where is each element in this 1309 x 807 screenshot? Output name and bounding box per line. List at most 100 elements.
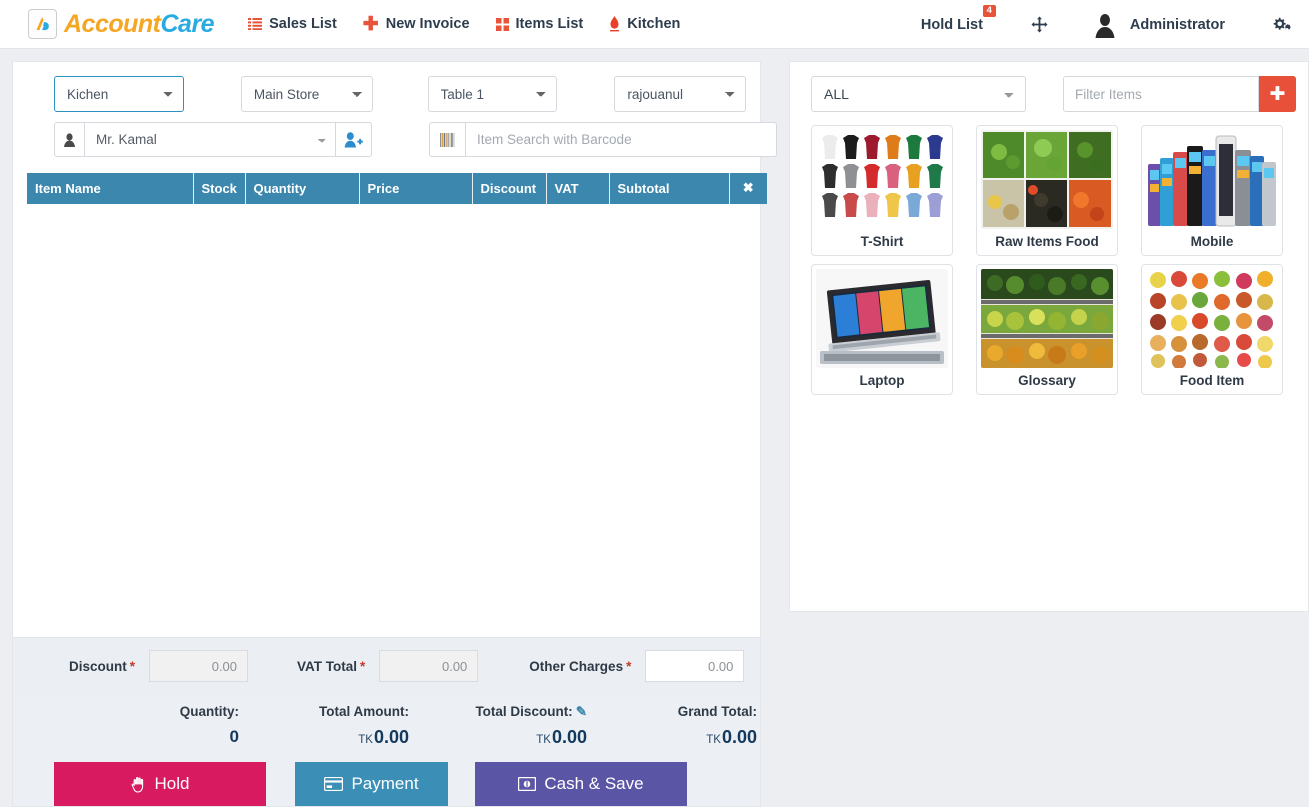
total-amount-value-cell: TK0.00 (241, 727, 411, 748)
col-item-name: Item Name (27, 173, 193, 204)
discount-input[interactable] (149, 650, 248, 682)
clear-all-icon[interactable]: ✖ (729, 173, 767, 204)
nav-new-invoice-label: New Invoice (386, 16, 470, 32)
category-card-raw-items-food[interactable]: Raw Items Food (976, 125, 1118, 256)
nav-right-group: Hold List 4 Administrator (921, 0, 1295, 49)
add-user-button[interactable] (336, 122, 372, 157)
gears-icon[interactable] (1273, 17, 1291, 33)
total-amount-value: 0.00 (374, 727, 409, 747)
person-icon (54, 122, 84, 157)
invoice-panel: Kichen Main Store Table 1 rajouanul (12, 61, 761, 807)
mobile-phones-photo (1146, 130, 1278, 229)
grid-icon (496, 18, 509, 31)
hold-button-label: Hold (155, 774, 190, 794)
total-discount-value-cell: TK0.00 (411, 727, 589, 748)
col-vat: VAT (546, 173, 609, 204)
user-avatar-icon (1092, 12, 1118, 38)
required-star: * (130, 659, 135, 674)
app-logo-text: AccountCare (64, 10, 214, 39)
items-table-body (27, 204, 746, 637)
logo-text-care: Care (161, 10, 215, 38)
top-navbar: AccountCare Sales List ✚ New Invoice Ite… (0, 0, 1309, 49)
edit-icon[interactable]: ✎ (576, 704, 587, 719)
vat-total-input[interactable] (379, 650, 478, 682)
category-card-mobile[interactable]: Mobile (1141, 125, 1283, 256)
nav-items-list-label: Items List (516, 16, 584, 32)
nav-items-list[interactable]: Items List (496, 16, 584, 32)
flame-icon (609, 16, 620, 32)
add-item-button[interactable]: ✚ (1259, 76, 1296, 112)
payment-button[interactable]: Payment (295, 762, 448, 806)
plus-icon: ✚ (1270, 83, 1286, 106)
col-price: Price (359, 173, 472, 204)
items-table-wrap: Item Name Stock Quantity Price Discount … (27, 173, 746, 637)
app-logo-icon (28, 9, 57, 39)
category-card-food-item[interactable]: Food Item (1141, 264, 1283, 395)
items-table-header-row: Item Name Stock Quantity Price Discount … (27, 173, 767, 204)
barcode-search-input[interactable] (465, 122, 777, 157)
summary-labels-row: Quantity: Total Amount: Total Discount:✎… (13, 704, 760, 720)
payment-button-label: Payment (351, 774, 418, 794)
customer-barcode-row: Mr. Kamal (13, 112, 760, 157)
category-card-glossary[interactable]: Glossary (976, 264, 1118, 395)
plus-icon: ✚ (363, 15, 379, 34)
summary-section: Quantity: Total Amount: Total Discount:✎… (13, 694, 760, 806)
nav-kitchen-label: Kitchen (627, 16, 680, 32)
col-stock: Stock (193, 173, 245, 204)
user-menu[interactable]: Administrator (1092, 12, 1225, 38)
col-subtotal: Subtotal (609, 173, 729, 204)
grand-total-label: Grand Total: (589, 704, 759, 720)
category-label: Mobile (1191, 229, 1234, 255)
waiter-select[interactable]: rajouanul (614, 76, 746, 112)
category-filter-select[interactable]: ALL (811, 76, 1026, 112)
admin-name-label: Administrator (1130, 17, 1225, 33)
hand-icon (131, 776, 147, 793)
grand-total-value: 0.00 (722, 727, 757, 747)
discount-label: Discount* (69, 659, 135, 674)
grocery-photo (981, 269, 1113, 368)
tshirt-grid-photo (816, 130, 948, 229)
category-label: T-Shirt (861, 229, 904, 255)
nav-kitchen[interactable]: Kitchen (609, 16, 680, 32)
vat-total-label: VAT Total* (297, 659, 365, 674)
category-label: Food Item (1180, 368, 1245, 394)
other-charges-input[interactable] (645, 650, 744, 682)
invoice-select-row: Kichen Main Store Table 1 rajouanul (13, 62, 760, 112)
category-label: Glossary (1018, 368, 1076, 394)
action-buttons-row: Hold Payment Cash & Sa (13, 748, 760, 806)
hold-button[interactable]: Hold (54, 762, 266, 806)
nav-items: Sales List ✚ New Invoice Items List Kitc… (248, 15, 680, 34)
grand-total-currency: TK (706, 734, 721, 746)
category-card-laptop[interactable]: Laptop (811, 264, 953, 395)
nav-new-invoice[interactable]: ✚ New Invoice (363, 15, 470, 34)
store-select[interactable]: Main Store (241, 76, 373, 112)
other-charges-label: Other Charges* (529, 659, 631, 674)
credit-card-icon (324, 777, 343, 791)
filter-items-input[interactable] (1063, 76, 1259, 112)
cash-save-button-label: Cash & Save (544, 774, 643, 794)
main-stage: Kichen Main Store Table 1 rajouanul (0, 49, 1309, 807)
table-select[interactable]: Table 1 (428, 76, 558, 112)
add-user-icon (344, 132, 363, 148)
hold-list-badge: 4 (983, 5, 996, 18)
required-star: * (360, 659, 365, 674)
list-icon (248, 18, 262, 30)
customer-select[interactable]: Mr. Kamal (84, 122, 336, 157)
money-icon (518, 777, 536, 791)
arrows-move-icon[interactable] (1031, 16, 1048, 33)
catalog-panel: ALL ✚ (789, 61, 1309, 612)
total-amount-currency: TK (358, 734, 373, 746)
app-logo[interactable]: AccountCare (28, 9, 214, 39)
cash-save-button[interactable]: Cash & Save (475, 762, 687, 806)
total-discount-label: Total Discount:✎ (411, 704, 589, 720)
hold-list-button[interactable]: Hold List 4 (921, 17, 989, 33)
nav-sales-list-label: Sales List (269, 16, 337, 32)
category-card-tshirt[interactable]: T-Shirt (811, 125, 953, 256)
total-discount-value: 0.00 (552, 727, 587, 747)
quantity-value: 0 (230, 727, 239, 746)
grand-total-value-cell: TK0.00 (589, 727, 759, 748)
laptop-photo (816, 269, 948, 368)
adjustments-row: Discount* VAT Total* Other Charges* (13, 637, 760, 694)
order-type-select[interactable]: Kichen (54, 76, 184, 112)
nav-sales-list[interactable]: Sales List (248, 16, 337, 32)
